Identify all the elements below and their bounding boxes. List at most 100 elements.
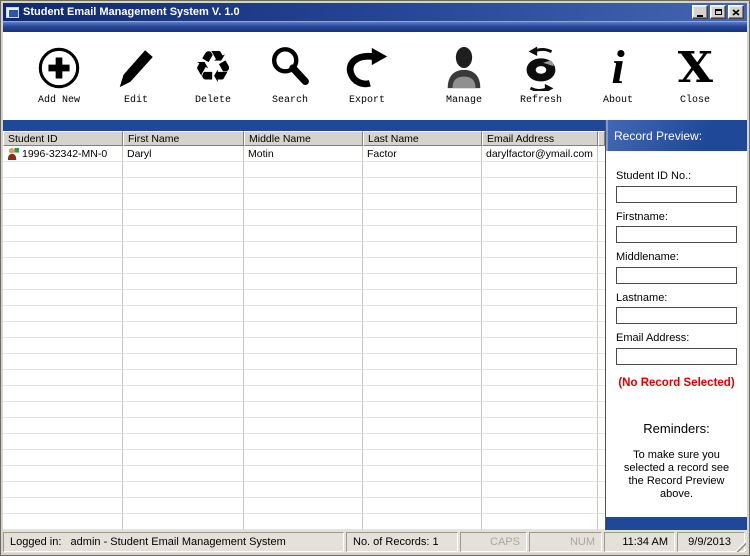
delete-button[interactable]: ♻ Delete [177,41,249,107]
table-row-empty [3,514,605,530]
column-header-first-name[interactable]: First Name [123,131,244,146]
firstname-label: Firstname: [616,210,668,223]
edit-button[interactable]: Edit [100,41,172,106]
maximize-icon [714,9,722,15]
refresh-button[interactable]: Refresh [505,41,577,106]
search-button[interactable]: Search [254,41,326,106]
about-button[interactable]: i About [582,41,654,107]
table-row-empty [3,386,605,402]
pencil-icon [113,41,159,95]
close-tool-button[interactable]: X Close [659,41,731,106]
table-row-empty [3,450,605,466]
field-group-lastname: Lastname: [616,291,737,324]
student-row-icon [7,147,19,160]
toolbar-label: Close [679,95,710,106]
table-row-empty [3,242,605,258]
toolbar-label: About [602,95,633,106]
table-row-empty [3,258,605,274]
cell-email: darylfactor@ymail.com [482,146,598,162]
magnifier-icon [267,41,313,95]
cell-middle-name: Motin [244,146,363,162]
person-icon [441,41,487,95]
column-header-last-name[interactable]: Last Name [363,131,482,146]
field-group-student-id: Student ID No.: [616,170,737,203]
record-preview-footer [606,517,747,530]
toolbar-label: Search [271,95,308,106]
column-header-student-id[interactable]: Student ID [3,131,123,146]
table-row-empty [3,434,605,450]
plus-circle-icon [36,41,82,95]
field-group-middlename: Middlename: [616,251,737,284]
table-row-empty [3,194,605,210]
cell-student-id: 1996-32342-MN-0 [3,146,123,162]
manage-button[interactable]: Manage [428,41,500,106]
column-header-email[interactable]: Email Address [482,131,598,146]
title-accent-band [3,21,747,32]
table-row-empty [3,482,605,498]
column-header-spacer [598,131,605,146]
student-id-field[interactable] [616,185,737,203]
table-row-empty [3,466,605,482]
column-header-middle-name[interactable]: Middle Name [244,131,363,146]
export-button[interactable]: Export [331,41,403,106]
email-field[interactable] [616,347,737,365]
toolbar-label: Edit [123,95,148,106]
close-button[interactable] [728,5,744,19]
table-row-empty [3,306,605,322]
window-controls [692,5,744,19]
table-row-empty [3,338,605,354]
toolbar: Add New Edit ♻ Delete Search Export Mana… [3,32,747,120]
table-row-empty [3,210,605,226]
table-row-empty [3,354,605,370]
student-id-label: Student ID No.: [616,170,692,182]
record-preview-panel: Record Preview: Student ID No.: Firstnam… [605,120,747,530]
status-bar: Logged in: admin - Student Email Managem… [3,530,747,553]
cell-first-name: Daryl [123,146,244,162]
add-new-button[interactable]: Add New [23,41,95,106]
lastname-field[interactable] [616,307,737,324]
cell-last-name: Factor [363,146,482,162]
record-count-status: No. of Records: 1 [346,532,458,552]
window-title: Student Email Management System V. 1.0 [23,6,240,18]
info-italic-i-icon: i [611,41,625,94]
email-label: Email Address: [616,332,690,344]
middlename-label: Middlename: [616,251,679,263]
records-grid: Student ID First Name Middle Name Last N… [3,120,605,530]
table-row-empty [3,290,605,306]
grid-accent-strip [3,120,605,131]
middlename-field[interactable] [616,266,737,284]
record-preview-header: Record Preview: [606,120,747,151]
reminders-text: To make sure you selected a record see t… [623,448,730,500]
firstname-field[interactable] [616,226,737,243]
main-content: Student ID First Name Middle Name Last N… [3,120,747,530]
grid-header-row: Student ID First Name Middle Name Last N… [3,131,605,146]
app-icon [6,6,19,18]
toolbar-label: Manage [445,95,482,106]
table-body: 1996-32342-MN-0 Daryl Motin Factor daryl… [3,146,605,530]
lastname-label: Lastname: [616,291,668,304]
title-bar[interactable]: Student Email Management System V. 1.0 [3,3,747,21]
maximize-button[interactable] [710,5,726,19]
toolbar-label: Refresh [519,95,562,106]
record-preview-body: Student ID No.: Firstname: Middlename: L… [606,151,747,517]
table-row-empty [3,418,605,434]
table-row-empty [3,322,605,338]
date-display: 9/9/2013 [677,532,745,552]
table-row[interactable]: 1996-32342-MN-0 Daryl Motin Factor daryl… [3,146,605,162]
table-row-empty [3,162,605,178]
toolbar-label: Export [348,95,385,106]
toolbar-label: Delete [194,95,231,106]
time-display: 11:34 AM [604,532,675,552]
field-group-email: Email Address: [616,332,737,365]
table-row-empty [3,498,605,514]
num-lock-indicator: NUM [529,532,602,552]
minimize-button[interactable] [692,5,708,19]
bold-x-icon: X [677,43,713,92]
curved-arrow-icon [344,41,390,95]
toolbar-label: Add New [37,95,80,106]
table-row-empty [3,274,605,290]
no-record-selected-status: (No Record Selected) [618,376,735,389]
recycle-icon: ♻ [193,42,233,93]
logged-in-status: Logged in: admin - Student Email Managem… [3,532,344,552]
table-row-empty [3,178,605,194]
